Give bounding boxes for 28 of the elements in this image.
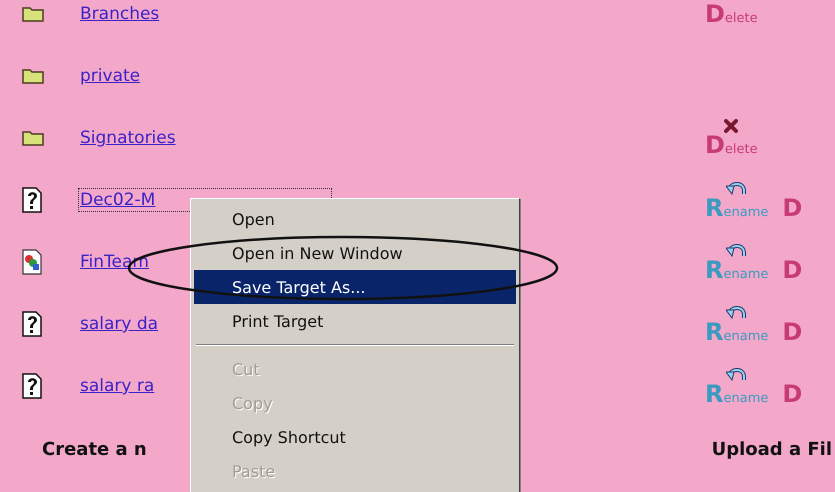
delete-link[interactable]: Delete [705,2,758,26]
upload-heading: Upload a Fil [712,439,832,460]
folder-icon [22,68,44,84]
file-link[interactable]: salary da [80,314,158,334]
rename-link[interactable]: Rename [705,382,768,406]
delete-link[interactable]: D [782,382,802,406]
menu-item[interactable]: Save Target As... [194,270,516,304]
file-link[interactable]: Signatories [80,128,176,148]
file-link[interactable]: private [80,66,140,86]
menu-item[interactable]: Open in New Window [194,236,516,270]
folder-icon [22,130,44,146]
rename-link[interactable]: Rename [705,258,768,282]
unknown-file-icon [22,187,42,213]
menu-item[interactable]: Copy Shortcut [194,420,516,454]
file-link[interactable]: Branches [80,4,160,24]
unknown-file-icon [22,311,42,337]
delete-link[interactable]: D [782,258,802,282]
delete-link[interactable]: Delete [705,133,758,157]
create-heading: Create a n [42,439,147,460]
image-file-icon [22,249,42,275]
folder-icon [22,6,44,22]
delete-link[interactable]: D [782,320,802,344]
unknown-file-icon [22,373,42,399]
file-link[interactable]: salary ra [80,376,154,396]
delete-link[interactable]: D [782,196,802,220]
menu-item[interactable]: Print Target [194,304,516,338]
rename-link[interactable]: Rename [705,320,768,344]
rename-link[interactable]: Rename [705,196,768,220]
